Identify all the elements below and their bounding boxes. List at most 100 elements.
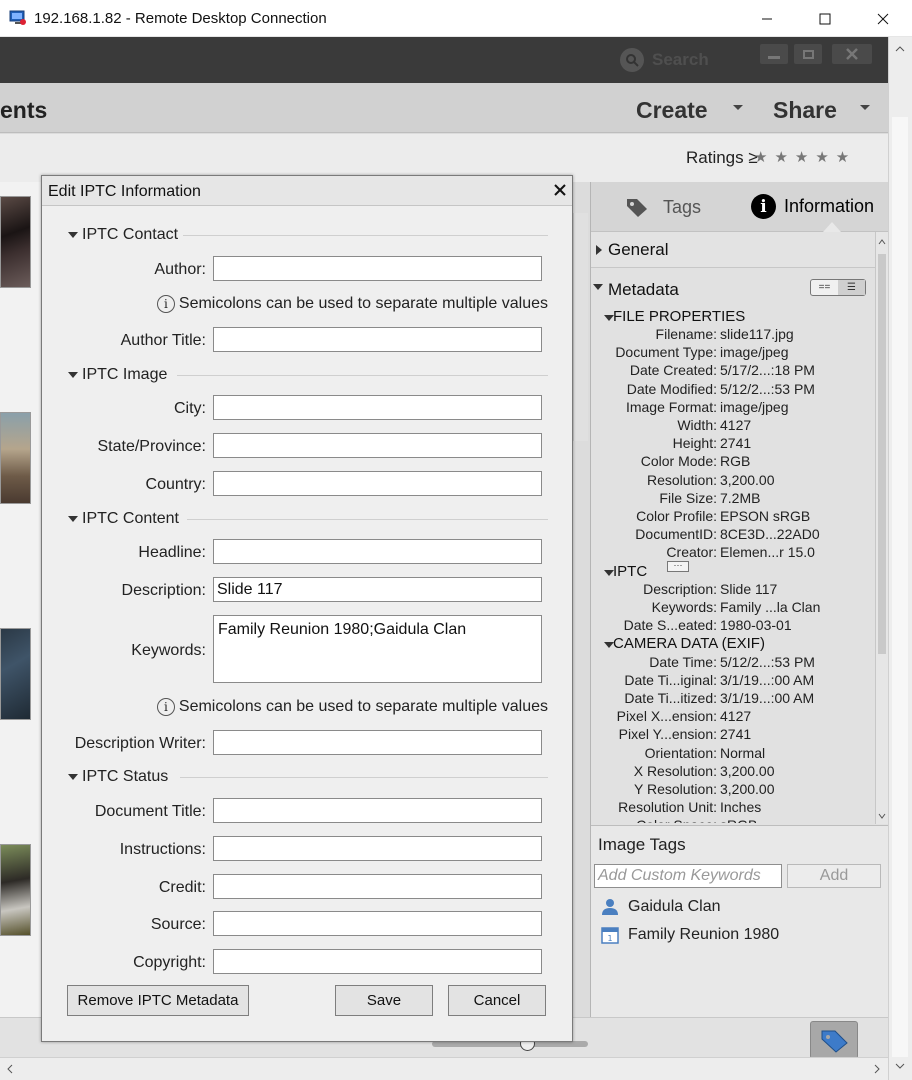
rating-stars[interactable]: ★★★★★ <box>754 148 856 166</box>
keywords-field[interactable]: Family Reunion 1980;Gaidula Clan <box>213 615 542 683</box>
city-field[interactable] <box>213 395 542 420</box>
camera-data-group: CAMERA DATA (EXIF) <box>613 635 765 653</box>
photo-thumbnail[interactable] <box>0 628 31 720</box>
author-field[interactable] <box>213 256 542 281</box>
tag-item-family-reunion-1980[interactable]: 1 Family Reunion 1980 <box>601 926 779 944</box>
app-maximize-button[interactable] <box>794 44 822 64</box>
app-header: Search <box>0 37 888 83</box>
app-search[interactable]: Search <box>620 47 709 73</box>
metadata-key: Date Ti...iginal: <box>624 671 717 688</box>
source-field[interactable] <box>213 911 542 936</box>
section-iptc-content[interactable]: IPTC Content <box>68 510 179 528</box>
chevron-down-icon <box>68 774 78 780</box>
tag-item-gaidula-clan[interactable]: Gaidula Clan <box>601 898 721 916</box>
copyright-field[interactable] <box>213 949 542 974</box>
section-iptc-image[interactable]: IPTC Image <box>68 366 167 384</box>
cancel-button[interactable]: Cancel <box>448 985 546 1016</box>
metadata-key: Color Mode: <box>640 453 717 470</box>
metadata-value: 4127 <box>720 708 752 725</box>
tab-information[interactable]: i Information <box>751 194 874 219</box>
tag-icon <box>627 199 647 217</box>
metadata-row: Width: 4127 <box>591 417 875 435</box>
tag-panel-button[interactable] <box>810 1021 858 1059</box>
document-title-field[interactable] <box>213 798 542 823</box>
photo-thumbnail[interactable] <box>0 196 31 288</box>
author-title-field[interactable] <box>213 327 542 352</box>
metadata-value: 8CE3D...22AD0 <box>720 526 820 543</box>
divider <box>183 235 548 236</box>
metadata-key: DocumentID: <box>635 526 717 543</box>
state-label: State/Province: <box>97 438 207 455</box>
horizontal-scrollbar[interactable] <box>0 1057 888 1080</box>
description-field[interactable] <box>213 577 542 602</box>
search-label: Search <box>652 50 709 69</box>
metadata-value: 3/1/19...:00 AM <box>720 690 815 706</box>
scrollbar-thumb[interactable] <box>892 117 908 1057</box>
metadata-row: Y Resolution: 3,200.00 <box>591 781 875 799</box>
metadata-value: 7.2MB <box>720 489 761 506</box>
headline-field[interactable] <box>213 539 542 564</box>
metadata-key: Date Ti...itized: <box>624 690 717 706</box>
instructions-field[interactable] <box>213 836 542 861</box>
metadata-value: Family ...la Clan <box>720 599 821 615</box>
create-button[interactable]: Create <box>636 97 708 124</box>
scroll-up-icon[interactable] <box>893 42 907 56</box>
metadata-key: Orientation: <box>644 744 717 761</box>
remote-desktop-icon <box>9 10 26 25</box>
metadata-key: Date S...eated: <box>623 617 717 634</box>
dialog-title-bar: Edit IPTC Information <box>42 176 572 206</box>
credit-field[interactable] <box>213 874 542 899</box>
iptc-group: IPTC <box>613 562 648 580</box>
metadata-row: Document Type: image/jpeg <box>591 344 875 362</box>
share-button[interactable]: Share <box>773 97 837 124</box>
save-button[interactable]: Save <box>335 985 433 1016</box>
state-field[interactable] <box>213 433 542 458</box>
metadata-value: 3/1/19...:00 AM <box>720 671 815 688</box>
panel-tabs: Tags i Information <box>591 182 889 232</box>
scroll-right-icon[interactable] <box>870 1062 884 1076</box>
chevron-down-icon <box>68 232 78 238</box>
metadata-value: RGB <box>720 453 751 470</box>
scroll-down-icon[interactable] <box>876 810 888 822</box>
general-section-header[interactable]: General <box>591 232 875 268</box>
dialog-backdrop-scrollbar[interactable] <box>573 213 588 441</box>
general-label: General <box>608 240 669 259</box>
more-options-icon[interactable]: ··· <box>667 560 689 572</box>
custom-keywords-input[interactable]: Add Custom Keywords <box>594 864 782 888</box>
description-writer-field[interactable] <box>213 730 542 755</box>
panel-scrollbar[interactable] <box>875 232 888 824</box>
scroll-up-icon[interactable] <box>876 236 888 248</box>
scroll-left-icon[interactable] <box>3 1062 17 1076</box>
tag-icon <box>821 1030 848 1053</box>
section-iptc-contact[interactable]: IPTC Contact <box>68 226 178 244</box>
minimize-button[interactable] <box>738 0 796 37</box>
section-iptc-status[interactable]: IPTC Status <box>68 768 168 786</box>
tab-tags[interactable]: Tags <box>625 196 701 218</box>
metadata-value: 1980-03-01 <box>720 617 792 634</box>
divider <box>180 777 548 778</box>
photo-thumbnail[interactable] <box>0 844 31 936</box>
close-window-button[interactable] <box>854 0 912 37</box>
dialog-close-button[interactable] <box>549 179 571 201</box>
credit-label: Credit: <box>158 879 206 896</box>
scrollbar-thumb[interactable] <box>878 254 886 654</box>
country-field[interactable] <box>213 471 542 496</box>
app-close-button[interactable] <box>832 44 872 64</box>
app-minimize-button[interactable] <box>760 44 788 64</box>
close-icon <box>554 184 566 196</box>
complete-view-icon[interactable]: ☰ <box>838 280 865 295</box>
remove-iptc-metadata-button[interactable]: Remove IPTC Metadata <box>67 985 249 1016</box>
search-icon <box>620 48 644 72</box>
brief-view-icon[interactable]: == <box>811 280 838 295</box>
photo-thumbnail[interactable] <box>0 412 31 504</box>
add-keyword-button[interactable]: Add <box>787 864 881 888</box>
chevron-down-icon[interactable] <box>733 105 743 110</box>
vertical-scrollbar[interactable] <box>888 37 912 1080</box>
metadata-value: sRGB <box>720 817 757 823</box>
maximize-button[interactable] <box>796 0 854 37</box>
semicolon-hint: i Semicolons can be used to separate mult… <box>156 698 548 716</box>
metadata-value: Slide 117 <box>720 580 778 597</box>
chevron-down-icon[interactable] <box>860 105 870 110</box>
metadata-view-toggle[interactable]: == ☰ <box>810 279 866 296</box>
scroll-down-icon[interactable] <box>893 1059 907 1073</box>
